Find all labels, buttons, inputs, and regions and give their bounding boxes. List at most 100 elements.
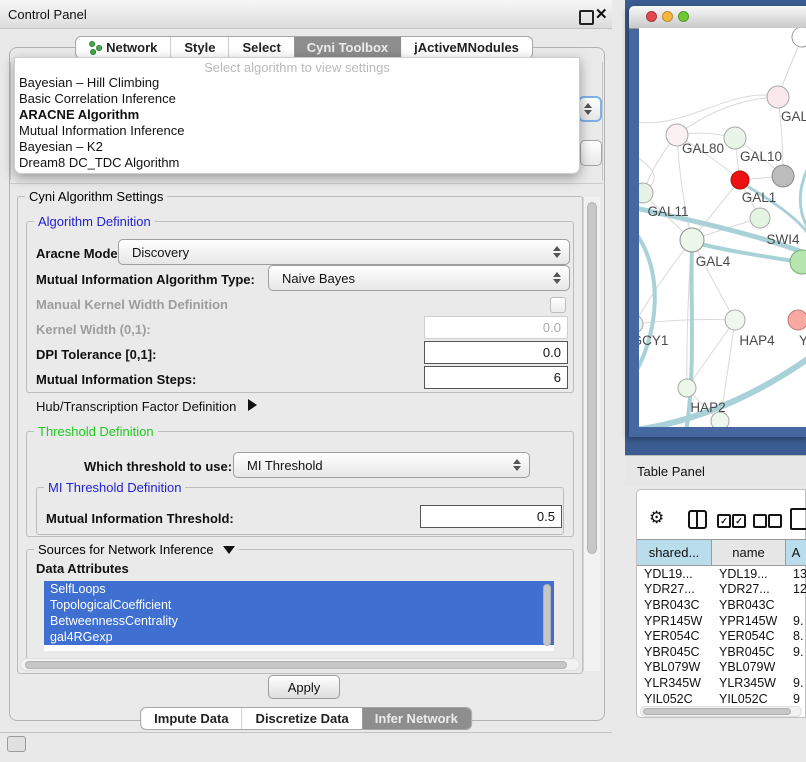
table-cell: YBR043C — [637, 598, 712, 612]
combo-fragment[interactable] — [580, 140, 602, 166]
data-attribute-item[interactable]: SelfLoops — [44, 581, 554, 597]
algorithm-option[interactable]: Dream8 DC_TDC Algorithm — [15, 155, 579, 171]
table-row[interactable]: YBR043CYBR043C — [637, 597, 806, 613]
data-attribute-item[interactable]: gal4RGexp — [44, 629, 554, 645]
tab-cyni-toolbox[interactable]: Cyni Toolbox — [294, 37, 401, 58]
network-window[interactable]: GALGAL80GAL10GAL1GAL11SWI4GAL4GCY1HAP4YH… — [629, 6, 806, 437]
table-cell: YBR045C — [637, 645, 712, 659]
table-row[interactable]: YER054CYER054C8. — [637, 628, 806, 644]
network-canvas[interactable]: GALGAL80GAL10GAL1GAL11SWI4GAL4GCY1HAP4YH… — [639, 28, 806, 427]
manual-kernel-label: Manual Kernel Width Definition — [36, 297, 228, 312]
kernel-width-field[interactable]: 0.0 — [424, 316, 568, 339]
settings-hscrollbar-thumb[interactable] — [25, 661, 567, 669]
table-row[interactable]: YPR145WYPR145W9. — [637, 613, 806, 629]
column-header[interactable]: shared... — [637, 540, 712, 565]
network-node[interactable] — [724, 127, 746, 149]
network-icon — [89, 41, 101, 54]
minimize-traffic-light-icon[interactable] — [662, 11, 673, 22]
gear-icon[interactable]: ⚙ — [649, 509, 664, 526]
network-window-titlebar[interactable] — [629, 6, 806, 29]
data-attribute-item[interactable]: TopologicalCoefficient — [44, 597, 554, 613]
network-node[interactable] — [680, 228, 704, 252]
settings-scrollbar[interactable] — [583, 197, 600, 671]
settings-scrollbar-thumb[interactable] — [587, 202, 597, 554]
table-cell: YPR145W — [637, 614, 712, 628]
tab-impute-data[interactable]: Impute Data — [141, 708, 241, 729]
mi-type-combo[interactable]: Naive Bayes — [268, 265, 570, 291]
network-edge[interactable] — [687, 320, 735, 388]
table-hscrollbar[interactable] — [640, 706, 802, 717]
tab-infer-network[interactable]: Infer Network — [362, 708, 471, 729]
network-node[interactable] — [678, 379, 696, 397]
focused-combo-fragment[interactable] — [578, 96, 602, 122]
panel-corner-icon[interactable] — [7, 736, 26, 752]
sources-title[interactable]: Sources for Network Inference — [34, 542, 239, 557]
network-node[interactable] — [788, 310, 806, 330]
file-icon[interactable] — [790, 508, 806, 530]
close-icon[interactable]: ✕ — [595, 5, 608, 23]
table-header: shared...nameA — [637, 539, 806, 566]
table-cell: 12 — [786, 582, 806, 596]
network-node[interactable] — [767, 86, 789, 108]
tab-jactivemnodules[interactable]: jActiveMNodules — [401, 37, 532, 58]
dpi-tolerance-field[interactable]: 0.0 — [424, 341, 568, 364]
unchecked-checkbox-icon[interactable] — [768, 514, 782, 528]
table-row[interactable]: YBR045CYBR045C9. — [637, 644, 806, 660]
table-row[interactable]: YLR345WYLR345W9. — [637, 675, 806, 691]
aracne-mode-label: Aracne Mode: — [36, 246, 122, 261]
aracne-mode-combo[interactable]: Discovery — [118, 239, 570, 265]
table-cell: 9 — [786, 692, 806, 705]
column-header[interactable]: name — [712, 540, 786, 565]
mi-steps-label: Mutual Information Steps: — [36, 372, 196, 387]
which-threshold-combo[interactable]: MI Threshold — [233, 452, 530, 478]
table-row[interactable]: YDL19...YDL19...13 — [637, 566, 806, 582]
mi-steps-field[interactable]: 6 — [424, 366, 568, 389]
tab-network[interactable]: Network — [76, 37, 170, 58]
network-graph: GALGAL80GAL10GAL1GAL11SWI4GAL4GCY1HAP4YH… — [639, 28, 806, 427]
tab-select[interactable]: Select — [228, 37, 293, 58]
close-traffic-light-icon[interactable] — [646, 11, 657, 22]
mi-threshold-title: MI Threshold Definition — [44, 480, 185, 495]
manual-kernel-checkbox[interactable] — [550, 297, 566, 313]
zoom-traffic-light-icon[interactable] — [678, 11, 689, 22]
unchecked-checkbox-icon[interactable] — [753, 514, 767, 528]
node-label: GAL10 — [740, 149, 782, 164]
network-node[interactable] — [750, 208, 770, 228]
node-label: GAL — [781, 109, 806, 124]
network-node[interactable] — [792, 28, 806, 47]
tab-discretize-data[interactable]: Discretize Data — [242, 708, 362, 729]
hub-section-toggle[interactable]: Hub/Transcription Factor Definition — [36, 399, 257, 414]
mi-threshold-field[interactable]: 0.5 — [420, 505, 562, 528]
columns-icon[interactable] — [688, 510, 707, 529]
algorithm-option[interactable]: Mutual Information Inference — [15, 123, 579, 139]
algorithm-option[interactable]: Basic Correlation Inference — [15, 91, 579, 107]
panel-bottom-divider — [0, 732, 612, 733]
attributes-scrollbar-thumb[interactable] — [543, 584, 551, 646]
column-header[interactable]: A — [786, 540, 806, 565]
table-row[interactable]: YBL079WYBL079W — [637, 660, 806, 676]
network-edge[interactable] — [692, 240, 735, 320]
data-attribute-item[interactable]: BetweennessCentrality — [44, 613, 554, 629]
network-node[interactable] — [772, 165, 794, 187]
network-node[interactable] — [639, 315, 643, 333]
dropdown-placeholder: Select algorithm to view settings — [15, 58, 579, 75]
application-window: Control Panel ✕ Network Style Select Cyn… — [0, 0, 806, 762]
table-row[interactable]: YIL052CYIL052C9 — [637, 691, 806, 705]
tab-style[interactable]: Style — [170, 37, 228, 58]
algorithm-definition-title: Algorithm Definition — [34, 214, 155, 229]
network-node[interactable] — [790, 250, 806, 274]
algorithm-option[interactable]: Bayesian – Hill Climbing — [15, 75, 579, 91]
groupbox-fragment-left — [10, 62, 11, 180]
network-node[interactable] — [725, 310, 745, 330]
algorithm-option[interactable]: Bayesian – K2 — [15, 139, 579, 155]
settings-hscrollbar[interactable] — [20, 658, 580, 671]
checked-checkbox-icon[interactable]: ✓ — [717, 514, 731, 528]
table-row[interactable]: YDR27...YDR27...12 — [637, 582, 806, 598]
apply-button[interactable]: Apply — [268, 675, 340, 699]
algorithm-option[interactable]: ARACNE Algorithm — [15, 107, 579, 123]
table-hscrollbar-thumb[interactable] — [643, 708, 791, 715]
checked-checkbox-icon[interactable]: ✓ — [732, 514, 746, 528]
algorithm-option-list: Bayesian – Hill ClimbingBasic Correlatio… — [15, 75, 579, 171]
float-panel-icon[interactable] — [579, 10, 594, 25]
network-node[interactable] — [731, 171, 749, 189]
